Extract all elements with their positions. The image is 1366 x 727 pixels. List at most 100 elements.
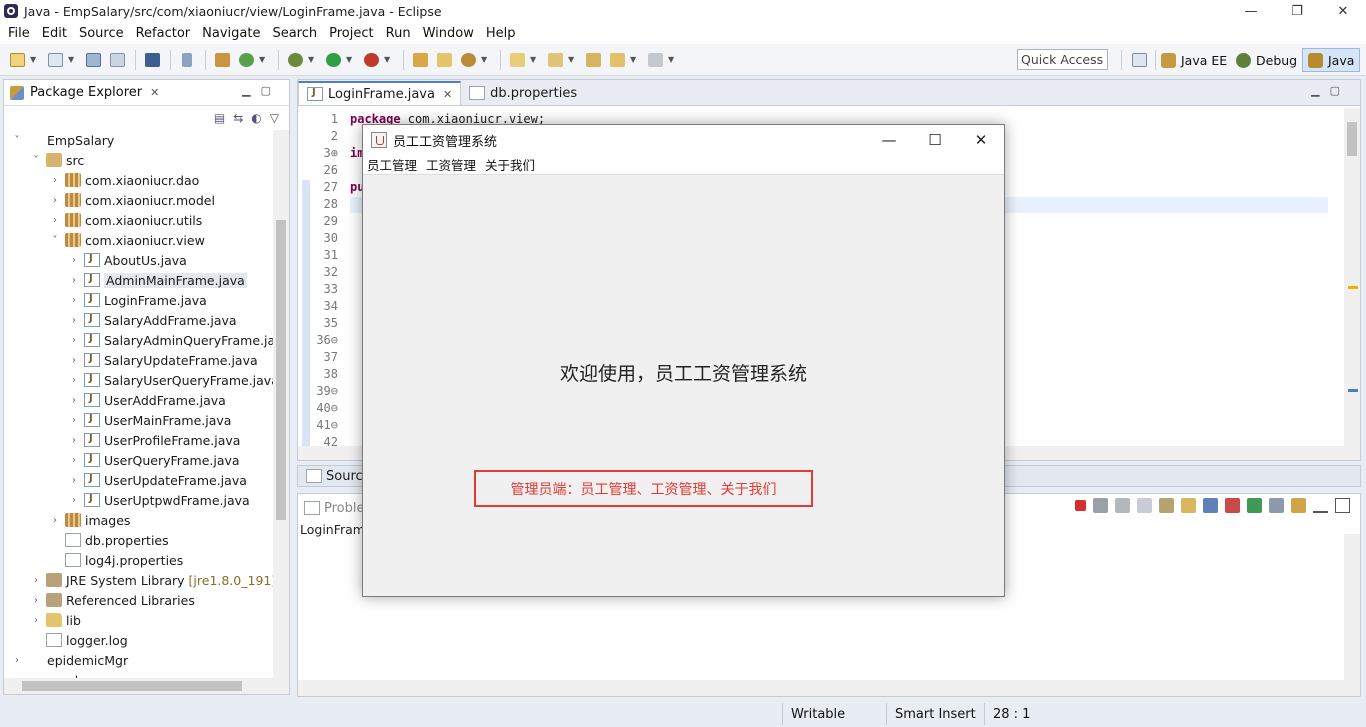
menu-file[interactable]: File — [2, 26, 36, 41]
collapsed-chevron-icon[interactable]: › — [68, 395, 80, 406]
tree-item[interactable]: › LoginFrame.java — [68, 290, 207, 310]
collapsed-chevron-icon[interactable]: › — [68, 355, 80, 366]
expanded-chevron-icon[interactable]: ˅ — [30, 155, 42, 166]
overview-occurrence-mark[interactable] — [1348, 389, 1358, 392]
collapsed-chevron-icon[interactable]: › — [49, 215, 61, 226]
collapsed-chevron-icon[interactable]: › — [68, 375, 80, 386]
save-icon[interactable] — [82, 49, 104, 71]
console-vertical-scrollbar[interactable] — [1344, 534, 1360, 682]
search-dropdown-icon[interactable]: ▼ — [481, 55, 491, 64]
menu-source[interactable]: Source — [73, 26, 130, 41]
skip-breakpoints-icon[interactable] — [176, 49, 198, 71]
last-edit-icon[interactable] — [582, 49, 604, 71]
tree-item[interactable]: ˅ com.xiaoniucr.view — [49, 230, 205, 250]
tree-item[interactable]: › UserUptpwdFrame.java — [68, 490, 250, 510]
new-project-icon[interactable] — [44, 49, 66, 71]
tree-item[interactable]: › UserProfileFrame.java — [68, 430, 240, 450]
tree-item[interactable]: › AboutUs.java — [68, 250, 187, 270]
collapsed-chevron-icon[interactable]: › — [68, 275, 80, 286]
package-explorer-horizontal-scrollbar[interactable] — [4, 678, 289, 694]
collapsed-chevron-icon[interactable]: › — [68, 295, 80, 306]
close-view-icon[interactable]: ✕ — [150, 86, 159, 99]
tree-item[interactable]: db.properties — [49, 530, 169, 550]
open-type-icon[interactable] — [409, 49, 431, 71]
back-dropdown-icon[interactable]: ▼ — [630, 55, 640, 64]
collapsed-chevron-icon[interactable]: › — [68, 475, 80, 486]
tree-item[interactable]: ›goods — [11, 670, 85, 679]
editor-minimize-maximize-icons[interactable]: ▁▢ — [1311, 84, 1350, 97]
word-wrap-icon[interactable] — [1181, 498, 1196, 513]
debug-icon[interactable] — [284, 49, 306, 71]
open-folder-icon[interactable] — [433, 49, 455, 71]
forward-dropdown-icon[interactable]: ▼ — [668, 55, 678, 64]
tab-problems[interactable]: Proble — [324, 501, 365, 516]
menu-run[interactable]: Run — [380, 26, 417, 41]
annotation-icon[interactable] — [506, 49, 528, 71]
open-console-icon[interactable] — [1291, 498, 1306, 513]
refresh-icon[interactable] — [235, 49, 257, 71]
console-horizontal-scrollbar[interactable] — [298, 680, 1360, 696]
restore-button[interactable]: ❐ — [1274, 0, 1320, 22]
maximize-panel-icon[interactable] — [1335, 498, 1350, 513]
package-explorer-tab[interactable]: Package Explorer ✕ ▁▢ — [4, 80, 289, 106]
collapsed-chevron-icon[interactable]: › — [49, 195, 61, 206]
collapsed-chevron-icon[interactable]: › — [68, 455, 80, 466]
package-icon[interactable] — [211, 49, 233, 71]
run-icon[interactable] — [322, 49, 344, 71]
tree-item[interactable]: › Referenced Libraries — [30, 590, 195, 610]
next-annotation-dropdown-icon[interactable]: ▼ — [568, 55, 578, 64]
tree-item[interactable]: › images — [49, 510, 130, 530]
overview-warning-mark[interactable] — [1348, 286, 1358, 289]
remove-all-terminated-icon[interactable] — [1115, 498, 1130, 513]
tree-item[interactable]: › SalaryAddFrame.java — [68, 310, 237, 330]
tree-item[interactable]: logger.log — [30, 630, 128, 650]
scroll-lock-icon[interactable] — [1159, 498, 1174, 513]
tree-item[interactable]: ˅ EmpSalary — [11, 130, 115, 150]
quick-access-input[interactable]: Quick Access — [1017, 49, 1108, 70]
menu-employee-management[interactable]: 员工管理 — [367, 155, 417, 174]
collapsed-chevron-icon[interactable]: › — [68, 495, 80, 506]
tree-item[interactable]: ˅ src — [30, 150, 85, 170]
menu-project[interactable]: Project — [323, 26, 379, 41]
collapsed-chevron-icon[interactable]: › — [68, 255, 80, 266]
collapse-all-icon[interactable]: ▤ — [214, 111, 225, 125]
forward-icon[interactable] — [644, 49, 666, 71]
collapsed-chevron-icon[interactable]: › — [30, 615, 42, 626]
link-with-editor-icon[interactable]: ⇆ — [233, 111, 243, 125]
collapsed-chevron-icon[interactable]: › — [11, 655, 23, 666]
editor-vertical-scrollbar[interactable] — [1344, 108, 1360, 448]
new-dropdown-icon[interactable]: ▼ — [30, 55, 40, 64]
show-console-on-output-icon[interactable] — [1203, 498, 1218, 513]
swing-maximize-button[interactable]: ☐ — [912, 125, 958, 155]
external-tools-icon[interactable] — [360, 49, 382, 71]
run-dropdown-icon[interactable]: ▼ — [346, 55, 356, 64]
tree-item[interactable]: › UserUpdateFrame.java — [68, 470, 247, 490]
console-icon[interactable] — [141, 49, 163, 71]
menu-edit[interactable]: Edit — [36, 26, 73, 41]
view-minimize-maximize-icons[interactable]: ▁▢ — [242, 84, 281, 97]
tree-item[interactable]: › SalaryUserQueryFrame.java — [68, 370, 274, 390]
view-menu-icon[interactable]: ▽ — [270, 111, 279, 125]
expanded-chevron-icon[interactable]: ˅ — [49, 235, 61, 246]
next-annotation-icon[interactable] — [544, 49, 566, 71]
new-project-dropdown-icon[interactable]: ▼ — [68, 55, 78, 64]
tree-item[interactable]: › SalaryUpdateFrame.java — [68, 350, 258, 370]
menu-salary-management[interactable]: 工资管理 — [426, 155, 476, 174]
tree-item[interactable]: › UserAddFrame.java — [68, 390, 226, 410]
perspective-java-ee[interactable]: Java EE — [1156, 48, 1232, 72]
collapsed-chevron-icon[interactable]: › — [30, 595, 42, 606]
collapsed-chevron-icon[interactable]: › — [30, 575, 42, 586]
pin-console-icon[interactable] — [1247, 498, 1262, 513]
minimize-panel-icon[interactable] — [1313, 498, 1328, 513]
tree-item[interactable]: › SalaryAdminQueryFrame.java — [68, 330, 274, 350]
tree-item[interactable]: › JRE System Library [jre1.8.0_191] — [30, 570, 274, 590]
tree-item[interactable]: › AdminMainFrame.java — [68, 270, 247, 290]
clear-console-icon[interactable] — [1137, 498, 1152, 513]
external-tools-dropdown-icon[interactable]: ▼ — [384, 55, 394, 64]
menu-refactor[interactable]: Refactor — [130, 26, 197, 41]
tree-item[interactable]: log4j.properties — [49, 550, 183, 570]
collapsed-chevron-icon[interactable]: › — [49, 515, 61, 526]
back-icon[interactable] — [606, 49, 628, 71]
menu-window[interactable]: Window — [417, 26, 480, 41]
search-icon[interactable] — [457, 49, 479, 71]
